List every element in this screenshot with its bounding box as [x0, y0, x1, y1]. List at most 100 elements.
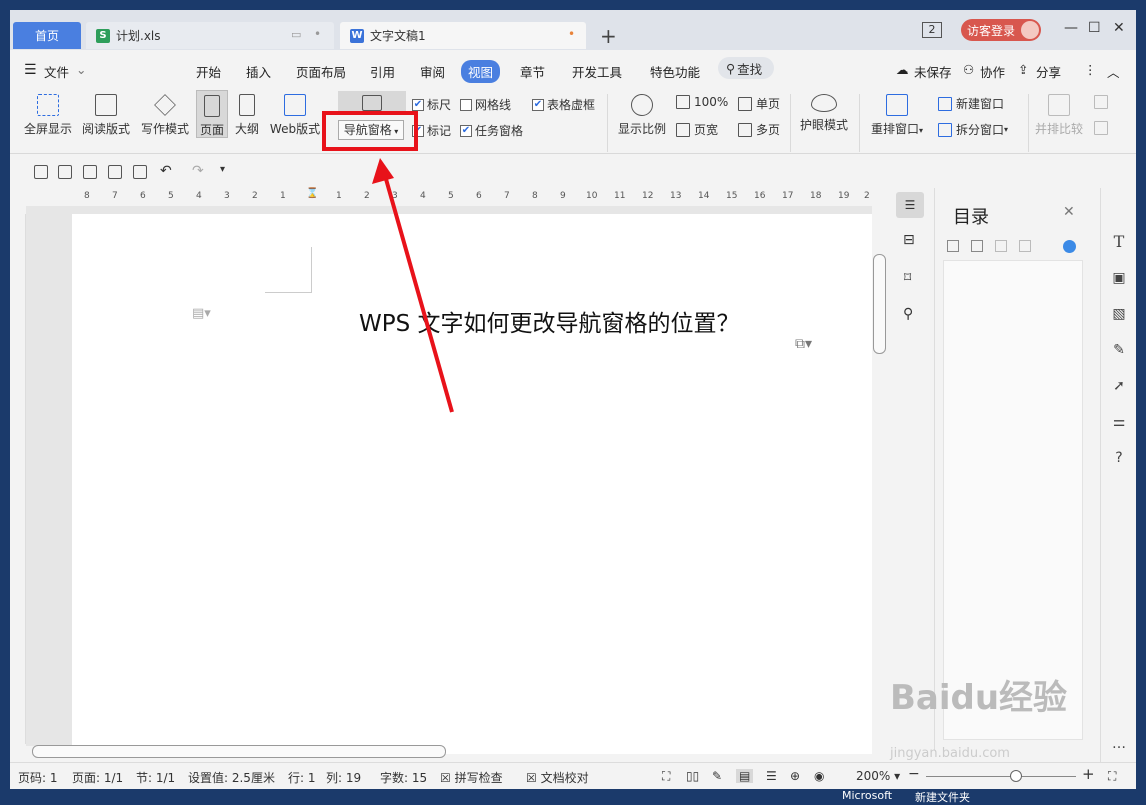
undo-icon[interactable]: ↶: [160, 163, 172, 179]
bookmark-tab-icon[interactable]: ⌑: [904, 270, 911, 286]
tab-close-dot-icon[interactable]: •: [314, 27, 321, 41]
table-gridlines-checkbox[interactable]: ✔ 表格虚框: [532, 96, 595, 113]
paste-options-icon[interactable]: ⧉▾: [795, 336, 812, 352]
hamburger-icon[interactable]: ☰: [24, 62, 37, 78]
proofread-button[interactable]: ☒ 文档校对: [526, 769, 589, 786]
save-icon[interactable]: [83, 165, 97, 179]
gridlines-checkbox[interactable]: 网格线: [460, 96, 511, 113]
reset-position-button[interactable]: [1094, 121, 1112, 135]
chevron-down-icon[interactable]: ⌄: [76, 62, 86, 77]
fullscreen-icon[interactable]: ⛶: [1108, 769, 1116, 784]
split-window-button[interactable]: 拆分窗口 ▾: [938, 121, 1008, 138]
menu-dev-tools[interactable]: 开发工具: [572, 62, 622, 81]
sync-scroll-button[interactable]: [1094, 95, 1112, 109]
share-button[interactable]: 分享: [1036, 62, 1061, 81]
web-view-icon[interactable]: ⊕: [790, 769, 800, 783]
cursor-icon[interactable]: ➚: [1111, 378, 1127, 394]
web-view-button[interactable]: Web版式: [267, 94, 323, 137]
unsaved-dot-icon[interactable]: •: [568, 27, 575, 41]
menu-view[interactable]: 视图: [461, 60, 501, 83]
spell-check-button[interactable]: ☒ 拼写检查: [440, 769, 503, 786]
read-view-icon[interactable]: ▯▯: [686, 769, 699, 783]
outline-view-icon[interactable]: ☰: [766, 769, 777, 783]
redo-icon[interactable]: ↷: [192, 163, 204, 179]
single-page-button[interactable]: 单页: [738, 95, 780, 112]
window-count-badge[interactable]: 2: [922, 22, 942, 38]
smart-toc-icon[interactable]: [1063, 240, 1076, 253]
taskbar-item[interactable]: Microsoft: [842, 789, 892, 802]
visitor-login-button[interactable]: 访客登录: [961, 19, 1041, 41]
collab-button[interactable]: 协作: [980, 62, 1005, 81]
tab-home[interactable]: 首页: [13, 22, 81, 49]
menu-references[interactable]: 引用: [370, 62, 395, 81]
page-view-button[interactable]: 页面: [196, 90, 228, 138]
menu-insert[interactable]: 插入: [246, 62, 271, 81]
customize-caret-icon[interactable]: ▾: [220, 164, 225, 175]
tab-xls[interactable]: S 计划.xls ▭ •: [86, 22, 334, 49]
menu-review[interactable]: 审阅: [420, 62, 445, 81]
expand-all-icon[interactable]: [947, 240, 959, 252]
doc-settings-icon[interactable]: ▧: [1111, 306, 1127, 322]
toc-tab-icon[interactable]: ☰: [896, 192, 924, 218]
more-icon[interactable]: ⋮: [1084, 62, 1097, 77]
chapter-tab-icon[interactable]: ⊟: [903, 232, 915, 248]
menu-features[interactable]: 特色功能: [650, 62, 700, 81]
more-options-icon[interactable]: …: [1111, 736, 1127, 752]
help-icon[interactable]: ?: [1111, 450, 1127, 466]
minimize-button[interactable]: —: [1064, 20, 1078, 36]
fit-page-icon[interactable]: ⛶: [662, 769, 670, 784]
close-pane-icon[interactable]: ✕: [1063, 204, 1075, 220]
search-tab-icon[interactable]: ⚲: [903, 306, 913, 322]
paragraph-options-icon[interactable]: ▤▾: [192, 306, 211, 321]
menu-file[interactable]: 文件: [44, 62, 69, 81]
collapse-all-icon[interactable]: [971, 240, 983, 252]
open-folder-icon[interactable]: [58, 165, 72, 179]
task-pane-checkbox[interactable]: ✔ 任务窗格: [460, 122, 523, 139]
eye-mode-button[interactable]: 护眼模式: [796, 94, 852, 133]
maximize-button[interactable]: ☐: [1088, 20, 1101, 36]
side-by-side-button[interactable]: 并排比较: [1032, 94, 1086, 137]
status-page-code[interactable]: 页码: 1: [18, 769, 58, 786]
zoom-100-button[interactable]: 100%: [676, 95, 728, 109]
remove-heading-icon[interactable]: [1019, 240, 1031, 252]
rearrange-window-button[interactable]: 重排窗口▾: [866, 94, 928, 137]
zoom-ratio-button[interactable]: 显示比例: [614, 94, 670, 137]
monitor-icon[interactable]: ▭: [291, 28, 301, 41]
tab-document[interactable]: W 文字文稿1 •: [340, 22, 586, 49]
vertical-scrollbar[interactable]: [873, 254, 886, 354]
page-width-button[interactable]: 页宽: [676, 121, 718, 138]
horizontal-scrollbar[interactable]: [32, 745, 446, 758]
menu-page-layout[interactable]: 页面布局: [296, 62, 346, 81]
zoom-level[interactable]: 200% ▾: [856, 769, 900, 783]
write-view-icon[interactable]: ✎: [712, 769, 722, 783]
multi-page-button[interactable]: 多页: [738, 121, 780, 138]
fullscreen-button[interactable]: 全屏显示: [22, 94, 74, 137]
unsaved-status[interactable]: 未保存: [914, 62, 952, 81]
pen-icon[interactable]: ✎: [1111, 342, 1127, 358]
print-icon[interactable]: [108, 165, 122, 179]
menu-chapter[interactable]: 章节: [520, 62, 545, 81]
indent-marker-icon[interactable]: ⌛: [306, 188, 318, 199]
menu-start[interactable]: 开始: [196, 62, 221, 81]
page-view-icon[interactable]: ▤: [736, 769, 754, 783]
status-words[interactable]: 字数: 15: [380, 769, 427, 786]
text-format-icon[interactable]: T: [1111, 234, 1127, 250]
new-doc-icon[interactable]: [34, 165, 48, 179]
zoom-out-icon[interactable]: −: [908, 766, 920, 782]
add-heading-icon[interactable]: [995, 240, 1007, 252]
document-page[interactable]: ▤▾ WPS 文字如何更改导航窗格的位置？ ⧉▾: [72, 214, 872, 754]
outline-button[interactable]: 大纲: [232, 94, 262, 137]
new-window-button[interactable]: 新建窗口: [938, 95, 1004, 112]
zoom-slider-thumb[interactable]: [1010, 770, 1022, 782]
close-button[interactable]: ✕: [1113, 20, 1125, 36]
zoom-in-icon[interactable]: +: [1082, 765, 1095, 783]
read-mode-button[interactable]: 阅读版式: [80, 94, 132, 137]
search-button[interactable]: ⚲ 查找: [718, 57, 774, 79]
print-preview-icon[interactable]: [133, 165, 147, 179]
status-setting[interactable]: 设置值: 2.5厘米: [188, 769, 275, 786]
status-row[interactable]: 行: 1: [288, 769, 316, 786]
zoom-slider-track[interactable]: [926, 776, 1076, 777]
doc-lock-icon[interactable]: ▣: [1111, 270, 1127, 286]
slider-settings-icon[interactable]: ⚌: [1111, 414, 1127, 430]
write-mode-button[interactable]: 写作模式: [138, 94, 192, 137]
